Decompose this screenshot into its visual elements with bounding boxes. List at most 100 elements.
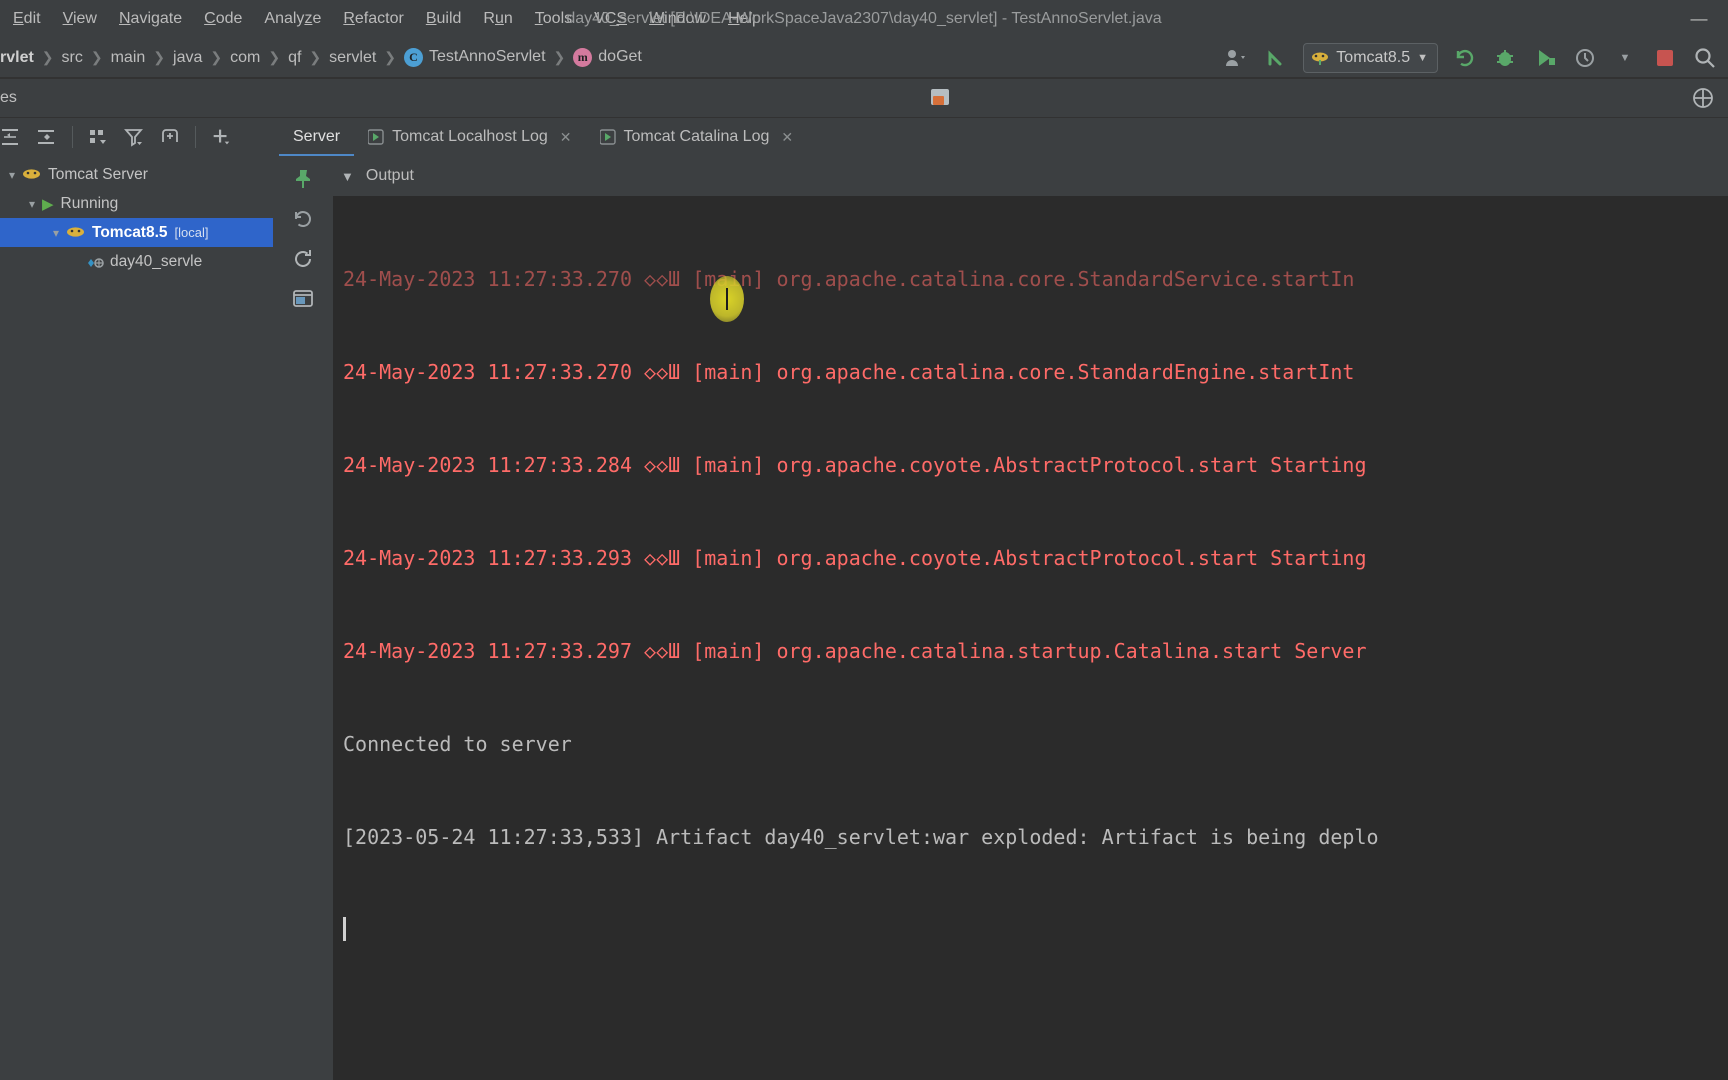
add-icon[interactable] <box>210 126 232 148</box>
menu-code[interactable]: Code <box>193 6 253 32</box>
method-icon: m <box>573 48 593 67</box>
breadcrumb-separator: ❯ <box>309 49 322 65</box>
breadcrumb-item-2[interactable]: main <box>111 49 146 67</box>
services-row-running[interactable]: ▾ ▶ Running <box>0 189 273 218</box>
log-line: 24-May-2023 11:27:33.297 ◇◇Ш [main] org.… <box>343 639 1367 663</box>
chevron-down-icon[interactable]: ▼ <box>1417 52 1428 64</box>
services-toolbar <box>0 118 273 156</box>
menu-vcs[interactable]: VCS <box>583 6 638 32</box>
log-line: 24-May-2023 11:27:33.270 ◇◇Ш [main] org.… <box>343 267 1355 291</box>
window-controls: — <box>1676 2 1728 36</box>
menu-help[interactable]: Help <box>717 6 772 32</box>
breadcrumb-item-0[interactable]: rvlet <box>0 49 34 67</box>
services-header: es <box>0 79 1728 117</box>
close-icon[interactable]: ✕ <box>560 129 572 146</box>
breadcrumb-separator: ❯ <box>153 49 166 65</box>
menu-build[interactable]: Build <box>415 6 473 32</box>
breadcrumb-item-5[interactable]: qf <box>288 49 301 67</box>
services-header-actions <box>1690 85 1728 111</box>
run-icon <box>599 129 616 145</box>
menu-window[interactable]: Window <box>638 6 717 32</box>
breadcrumb-item-8[interactable]: m doGet <box>573 48 642 67</box>
add-tab-icon[interactable] <box>159 126 181 148</box>
services-label: Tomcat Server <box>48 165 148 183</box>
console-tab-localhost-log[interactable]: Tomcat Localhost Log ✕ <box>354 118 585 156</box>
breadcrumb-separator: ❯ <box>553 49 566 65</box>
stop-button[interactable] <box>1652 45 1678 71</box>
run-icon <box>368 129 384 145</box>
services-tree-panel: ▾ Tomcat Server ▾ ▶ Running ▾ Tomcat8.5 … <box>0 118 273 1080</box>
services-row-tomcat85-local[interactable]: ▾ Tomcat8.5 [local] <box>0 218 273 247</box>
chevron-down-icon[interactable]: ▼ <box>1612 45 1638 71</box>
chevron-down-icon[interactable]: ▾ <box>46 226 66 240</box>
pin-icon[interactable] <box>287 162 320 195</box>
console-tab-label: Server <box>293 128 341 145</box>
services-label: Running <box>60 194 119 212</box>
menu-edit[interactable]: Edit <box>2 6 52 32</box>
breadcrumb-item-7[interactable]: C TestAnnoServlet <box>404 48 546 67</box>
tomcat-icon <box>1312 52 1329 65</box>
tomcat-icon <box>66 225 85 241</box>
services-row-tomcat-server[interactable]: ▾ Tomcat Server <box>0 160 273 189</box>
browser-icon[interactable] <box>287 282 320 315</box>
console-output[interactable]: 24-May-2023 11:27:33.270 ◇◇Ш [main] org.… <box>333 196 1728 1080</box>
minimize-button[interactable]: — <box>1676 2 1722 36</box>
rerun-icon[interactable] <box>1452 45 1478 71</box>
log-line: 24-May-2023 11:27:33.284 ◇◇Ш [main] org.… <box>343 453 1367 477</box>
update-arrow-icon[interactable] <box>1263 45 1289 71</box>
navigation-bar: rvlet ❯ src ❯ main ❯ java ❯ com ❯ qf ❯ s… <box>0 38 1728 78</box>
tomcat-icon <box>22 167 41 183</box>
user-avatar-icon[interactable] <box>1223 45 1249 71</box>
services-row-artifact[interactable]: day40_servle <box>0 247 273 276</box>
breadcrumb-separator: ❯ <box>90 49 103 65</box>
console-action-gutter <box>273 156 333 1080</box>
menu-navigate[interactable]: Navigate <box>108 6 193 32</box>
run-with-coverage-icon[interactable] <box>1532 45 1558 71</box>
console-body: ▼ Output 24-May-2023 11:27:33.270 ◇◇Ш [m… <box>273 156 1728 1080</box>
settings-icon[interactable] <box>1690 85 1716 111</box>
services-label-suffix: [local] <box>174 225 209 240</box>
console-tab-label: Tomcat Localhost Log <box>392 128 548 145</box>
run-configuration-selector[interactable]: Tomcat8.5 ▼ <box>1303 42 1438 73</box>
breadcrumb-separator: ❯ <box>384 49 397 65</box>
console-panel: Server Tomcat Localhost Log ✕ Tomcat Cat… <box>273 118 1728 1080</box>
console-tab-server[interactable]: Server <box>279 118 354 156</box>
filter-icon[interactable] <box>123 126 145 148</box>
refresh-icon[interactable] <box>287 242 320 275</box>
console-output-area: ▼ Output 24-May-2023 11:27:33.270 ◇◇Ш [m… <box>333 156 1728 1080</box>
menu-tools[interactable]: Tools <box>524 6 583 32</box>
console-tab-label: Tomcat Catalina Log <box>623 128 770 145</box>
breadcrumb: rvlet ❯ src ❯ main ❯ java ❯ com ❯ qf ❯ s… <box>0 48 642 67</box>
breadcrumb-item-6[interactable]: servlet <box>329 49 376 67</box>
menu-bar: Edit View Navigate Code Analyze Refactor… <box>0 6 772 32</box>
console-caret <box>343 915 1728 946</box>
menu-analyze[interactable]: Analyze <box>253 6 332 32</box>
breadcrumb-item-4[interactable]: com <box>230 49 260 67</box>
group-icon[interactable] <box>87 126 109 148</box>
breadcrumb-item-3[interactable]: java <box>173 49 202 67</box>
collapse-all-icon[interactable] <box>36 126 58 148</box>
title-bar: Edit View Navigate Code Analyze Refactor… <box>0 0 1728 38</box>
output-label: Output <box>365 167 414 184</box>
menu-refactor[interactable]: Refactor <box>332 6 414 32</box>
chevron-down-icon[interactable]: ▼ <box>341 169 354 184</box>
restart-icon[interactable] <box>287 202 320 235</box>
run-config-label: Tomcat8.5 <box>1336 48 1411 66</box>
log-line: Connected to server <box>343 732 572 756</box>
expand-all-icon[interactable] <box>0 126 22 148</box>
services-title[interactable]: es <box>0 89 17 107</box>
debug-icon[interactable] <box>1492 45 1518 71</box>
profile-icon[interactable] <box>1572 45 1598 71</box>
breadcrumb-separator: ❯ <box>210 49 223 65</box>
chevron-down-icon[interactable]: ▾ <box>2 168 22 182</box>
services-label: day40_servle <box>110 252 203 270</box>
console-tab-catalina-log[interactable]: Tomcat Catalina Log ✕ <box>586 118 808 156</box>
chevron-down-icon[interactable]: ▾ <box>22 197 42 211</box>
search-icon[interactable] <box>1692 45 1718 71</box>
breadcrumb-separator: ❯ <box>41 49 54 65</box>
close-icon[interactable]: ✕ <box>781 129 793 146</box>
idea-window: Edit View Navigate Code Analyze Refactor… <box>0 0 1728 1080</box>
menu-view[interactable]: View <box>52 6 108 32</box>
menu-run[interactable]: Run <box>472 6 523 32</box>
breadcrumb-item-1[interactable]: src <box>62 49 83 67</box>
